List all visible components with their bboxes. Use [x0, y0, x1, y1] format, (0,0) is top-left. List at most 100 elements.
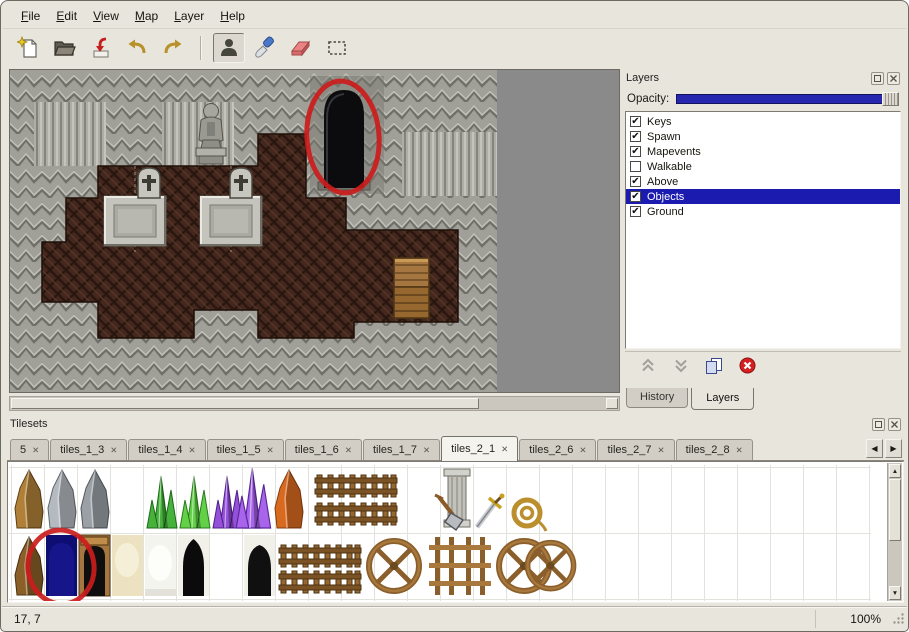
tab-close-icon[interactable]: ✕ — [267, 445, 274, 456]
scrollbar-end-button[interactable] — [606, 398, 618, 409]
lower-layer-icon — [673, 358, 689, 373]
menu-file[interactable]: File — [13, 7, 48, 25]
menu-edit[interactable]: Edit — [48, 7, 85, 25]
tileset-tab[interactable]: tiles_1_6 ✕ — [285, 439, 362, 460]
tileset-tab[interactable]: tiles_2_6 ✕ — [519, 439, 596, 460]
layer-checkbox[interactable]: ✔ — [630, 191, 641, 202]
tileset-tab-label: tiles_2_6 — [529, 444, 573, 456]
tileset-tab[interactable]: tiles_1_7✕ — [363, 439, 440, 460]
scroll-down-icon[interactable]: ▼ — [889, 586, 901, 600]
scrollbar-thumb[interactable] — [11, 398, 479, 409]
tileset-tab[interactable]: tiles_2_8✕ — [676, 439, 753, 460]
tileset-canvas[interactable]: ▲ ▼ — [7, 461, 904, 603]
resize-grip[interactable] — [892, 612, 905, 628]
layer-row-keys[interactable]: ✔ Keys — [626, 114, 900, 129]
open-folder-icon — [53, 36, 77, 60]
tileset-tab[interactable]: tiles_2_7✕ — [597, 439, 674, 460]
layer-row-spawn[interactable]: ✔ Spawn — [626, 129, 900, 144]
opacity-slider-track[interactable] — [676, 94, 899, 104]
open-file-button[interactable] — [49, 33, 81, 63]
layer-list: ✔ Keys ✔ Spawn ✔ Mapevents Walkable ✔ Ab… — [625, 111, 901, 349]
tab-scroll-left-icon[interactable]: ◀ — [866, 439, 883, 458]
gravestone — [138, 168, 160, 198]
tab-close-icon[interactable]: ✕ — [501, 444, 508, 455]
close-panel-icon[interactable] — [887, 72, 900, 85]
layer-row-mapevents[interactable]: ✔ Mapevents — [626, 144, 900, 159]
layer-row-walkable[interactable]: Walkable — [626, 159, 900, 174]
layer-buttons-row — [625, 351, 901, 379]
tileset-tab-label: tiles_1_4 — [138, 444, 182, 456]
menu-view[interactable]: View — [85, 7, 127, 25]
save-button[interactable] — [85, 33, 117, 63]
layer-label: Mapevents — [647, 146, 898, 158]
layer-row-above[interactable]: ✔ Above — [626, 174, 900, 189]
float-panel-icon[interactable] — [872, 418, 885, 431]
selected-dark-blue-tile[interactable] — [46, 535, 77, 596]
tileset-tab[interactable]: tiles_1_3✕ — [50, 439, 127, 460]
layer-checkbox[interactable]: ✔ — [630, 176, 641, 187]
tab-scroll-right-icon[interactable]: ▶ — [885, 439, 902, 458]
snow-tile — [145, 535, 176, 596]
menu-help[interactable]: Help — [212, 7, 253, 25]
dark-doorway — [318, 90, 370, 190]
layer-label: Above — [647, 176, 898, 188]
tileset-tab[interactable]: tiles_1_4 ✕ — [128, 439, 205, 460]
application-window: File Edit View Map Layer Help — [0, 0, 909, 632]
tab-close-icon[interactable]: ✕ — [188, 445, 195, 456]
float-panel-icon[interactable] — [871, 72, 884, 85]
tab-close-icon[interactable]: ✕ — [345, 445, 352, 456]
menu-layer[interactable]: Layer — [166, 7, 212, 25]
opacity-slider-handle[interactable] — [882, 92, 899, 106]
layer-row-ground[interactable]: ✔ Ground — [626, 204, 900, 219]
tab-layers[interactable]: Layers — [691, 388, 754, 410]
tileset-vertical-scrollbar[interactable]: ▲ ▼ — [887, 463, 902, 601]
tileset-tab[interactable]: 5✕ — [10, 439, 49, 460]
opacity-slider[interactable] — [676, 92, 899, 106]
scrollbar-thumb[interactable] — [889, 479, 901, 541]
layer-checkbox[interactable]: ✔ — [630, 131, 641, 142]
lower-layer-button[interactable] — [670, 357, 692, 375]
select-tool-button[interactable] — [321, 33, 353, 63]
eraser-icon — [289, 36, 313, 60]
redo-button[interactable] — [157, 33, 189, 63]
scroll-up-icon[interactable]: ▲ — [889, 464, 901, 478]
brush-tool-button[interactable] — [249, 33, 281, 63]
tab-close-icon[interactable]: ✕ — [579, 445, 586, 456]
person-stamp-icon — [217, 36, 241, 60]
close-panel-icon[interactable] — [888, 418, 901, 431]
tileset-tab-label: tiles_1_6 — [295, 444, 339, 456]
layer-row-objects[interactable]: ✔ Objects — [626, 189, 900, 204]
dark-cave-opening-tile — [178, 535, 209, 596]
tab-close-icon[interactable]: ✕ — [32, 445, 39, 456]
delete-layer-icon — [739, 357, 756, 374]
layer-checkbox[interactable]: ✔ — [630, 146, 641, 157]
raise-layer-button[interactable] — [637, 357, 659, 375]
tab-close-icon[interactable]: ✕ — [658, 445, 665, 456]
new-file-button[interactable] — [13, 33, 45, 63]
layer-label: Objects — [647, 191, 898, 203]
map-canvas[interactable] — [9, 69, 620, 393]
redo-icon — [161, 36, 185, 60]
entity-tool-button[interactable] — [213, 33, 245, 63]
tab-close-icon[interactable]: ✕ — [110, 445, 117, 456]
eraser-tool-button[interactable] — [285, 33, 317, 63]
tab-close-icon[interactable]: ✕ — [736, 445, 743, 456]
layer-checkbox[interactable]: ✔ — [630, 206, 641, 217]
tilesets-panel-titlebar: Tilesets — [7, 415, 904, 433]
tileset-tab[interactable]: tiles_1_5✕ — [207, 439, 284, 460]
tab-scroll-arrows: ◀ ▶ — [866, 439, 904, 460]
tab-history[interactable]: History — [626, 388, 688, 408]
raise-layer-icon — [640, 358, 656, 373]
duplicate-layer-button[interactable] — [703, 357, 725, 375]
menu-map[interactable]: Map — [127, 7, 166, 25]
undo-button[interactable] — [121, 33, 153, 63]
map-horizontal-scrollbar[interactable] — [9, 396, 620, 411]
layer-label: Keys — [647, 116, 898, 128]
layers-panel-title: Layers — [626, 72, 868, 84]
new-file-icon — [17, 36, 41, 60]
layer-checkbox[interactable] — [630, 161, 641, 172]
tileset-tab-active[interactable]: tiles_2_1✕ — [441, 436, 518, 461]
delete-layer-button[interactable] — [736, 357, 758, 375]
layer-checkbox[interactable]: ✔ — [630, 116, 641, 127]
tab-close-icon[interactable]: ✕ — [423, 445, 430, 456]
